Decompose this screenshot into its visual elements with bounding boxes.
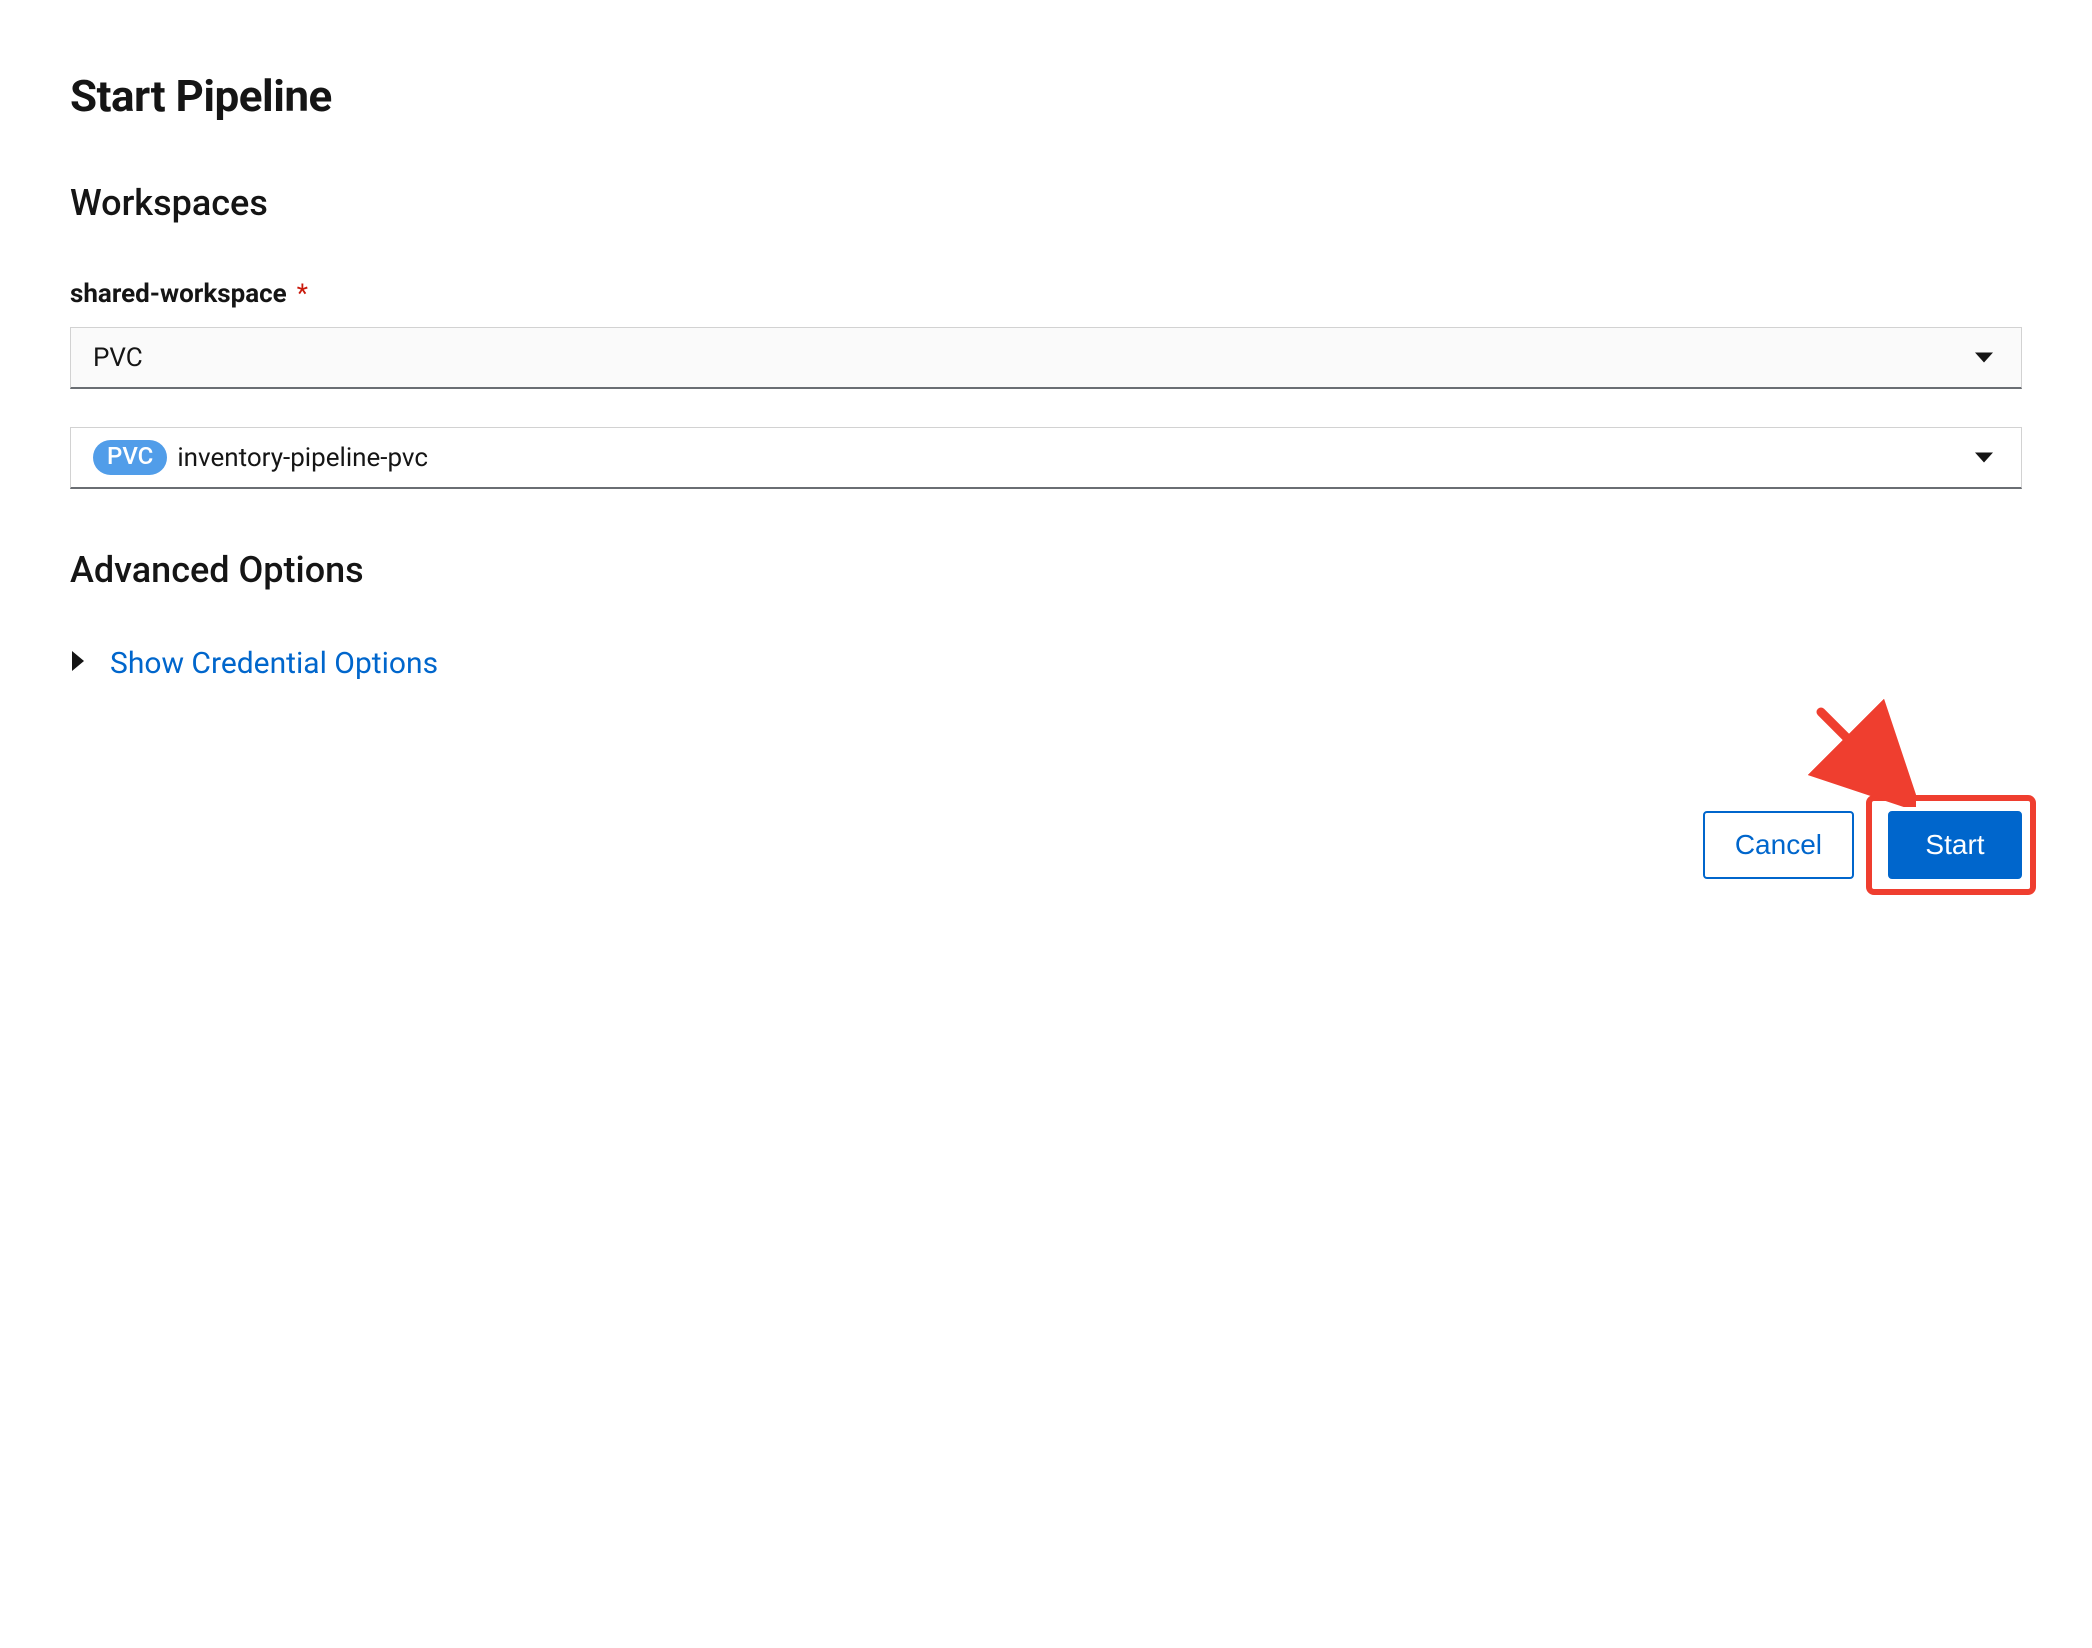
chevron-right-icon (70, 649, 86, 679)
show-credential-options-toggle[interactable]: Show Credential Options (70, 646, 2022, 681)
required-asterisk-icon: * (297, 279, 308, 309)
workspace-type-value: PVC (93, 343, 143, 373)
start-button[interactable]: Start (1888, 811, 2022, 879)
shared-workspace-label: shared-workspace * (70, 279, 2022, 309)
show-credential-options-label: Show Credential Options (110, 646, 438, 681)
advanced-options-heading: Advanced Options (70, 549, 2022, 591)
workspace-pvc-select[interactable]: PVC inventory-pipeline-pvc (70, 427, 2022, 489)
workspaces-heading: Workspaces (70, 182, 2022, 224)
annotation-arrow-icon (1806, 697, 1916, 811)
field-label-text: shared-workspace (70, 279, 287, 309)
workspace-type-select[interactable]: PVC (70, 327, 2022, 389)
pvc-badge: PVC (93, 440, 167, 475)
dialog-title: Start Pipeline (70, 70, 2022, 122)
workspace-pvc-value: inventory-pipeline-pvc (177, 443, 428, 473)
dialog-footer: Cancel Start (70, 811, 2022, 879)
cancel-button[interactable]: Cancel (1703, 811, 1854, 879)
